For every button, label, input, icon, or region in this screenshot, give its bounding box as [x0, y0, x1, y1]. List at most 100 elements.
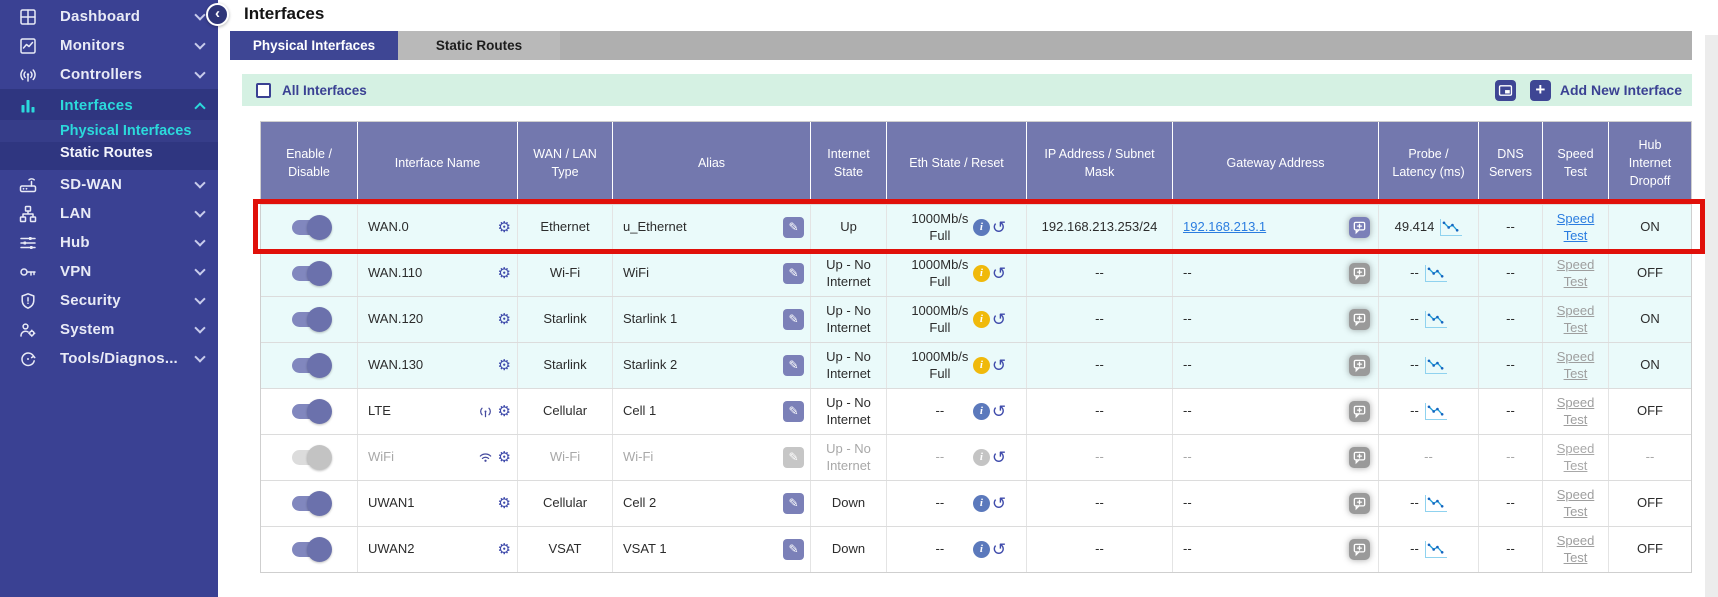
table-row: WAN.0⚙ Ethernet u_Ethernet✎ Up 1000Mb/s … — [261, 204, 1691, 250]
sidebar-item-label: Tools/Diagnos... — [60, 350, 196, 367]
col-internet-state: Internet State — [811, 122, 887, 204]
scrollbar-track[interactable] — [1705, 35, 1718, 597]
chevron-down-icon — [194, 67, 205, 78]
gateway-link[interactable]: 192.168.213.1 — [1183, 219, 1266, 235]
wifi-icon — [478, 450, 493, 465]
info-icon[interactable]: i — [973, 403, 990, 420]
edit-alias-button[interactable]: ✎ — [783, 355, 804, 376]
sidebar-item-system[interactable]: System — [0, 315, 218, 344]
ping-tool-icon[interactable] — [1349, 263, 1370, 284]
speed-test-link[interactable]: Speed Test — [1553, 395, 1599, 428]
latency-chart-icon[interactable] — [1425, 311, 1447, 328]
speed-test-link[interactable]: Speed Test — [1553, 349, 1599, 382]
latency-chart-icon[interactable] — [1440, 219, 1462, 236]
gear-icon[interactable]: ⚙ — [498, 496, 511, 511]
ping-tool-icon[interactable] — [1349, 447, 1370, 468]
edit-alias-button[interactable]: ✎ — [783, 447, 804, 468]
speed-test-link[interactable]: Speed Test — [1553, 441, 1599, 474]
sidebar-item-controllers[interactable]: Controllers — [0, 60, 218, 89]
tab-physical-interfaces[interactable]: Physical Interfaces — [230, 31, 398, 60]
latency-chart-icon[interactable] — [1425, 265, 1447, 282]
ping-tool-icon[interactable] — [1349, 493, 1370, 514]
gear-icon[interactable]: ⚙ — [498, 358, 511, 373]
warning-icon[interactable]: i — [973, 357, 990, 374]
sidebar-item-security[interactable]: Security — [0, 286, 218, 315]
info-icon[interactable]: i — [973, 219, 990, 236]
enable-toggle[interactable] — [292, 496, 326, 511]
add-interface-plus-icon[interactable]: + — [1530, 80, 1551, 101]
reset-icon[interactable]: ↺ — [992, 449, 1006, 466]
window-view-button[interactable] — [1495, 80, 1516, 101]
speed-test-link[interactable]: Speed Test — [1553, 257, 1599, 290]
lan-icon — [16, 204, 40, 224]
table-row: WiFi⚙ Wi-Fi Wi-Fi✎ Up - No Internet --i↺… — [261, 434, 1691, 480]
ping-tool-icon[interactable] — [1349, 309, 1370, 330]
sidebar-item-label: Security — [60, 292, 196, 309]
enable-toggle[interactable] — [292, 266, 326, 281]
speed-test-link[interactable]: Speed Test — [1553, 303, 1599, 336]
edit-alias-button[interactable]: ✎ — [783, 263, 804, 284]
col-dns-servers: DNS Servers — [1479, 122, 1543, 204]
sidebar-item-sdwan[interactable]: SD-WAN — [0, 170, 218, 199]
gear-icon[interactable]: ⚙ — [498, 266, 511, 281]
gear-icon[interactable]: ⚙ — [498, 220, 511, 235]
sidebar-item-monitors[interactable]: Monitors — [0, 31, 218, 60]
chevron-down-icon — [194, 235, 205, 246]
sidebar-item-lan[interactable]: LAN — [0, 199, 218, 228]
edit-alias-button[interactable]: ✎ — [783, 539, 804, 560]
sidebar-item-dashboard[interactable]: Dashboard — [0, 2, 218, 31]
speed-test-link[interactable]: Speed Test — [1553, 533, 1599, 566]
enable-toggle[interactable] — [292, 358, 326, 373]
latency-chart-icon[interactable] — [1425, 541, 1447, 558]
sidebar-item-tools-diagnostics[interactable]: Tools/Diagnos... — [0, 344, 218, 373]
sidebar-collapse-button[interactable]: ‹ — [206, 3, 229, 26]
warning-icon[interactable]: i — [973, 311, 990, 328]
reset-icon[interactable]: ↺ — [992, 265, 1006, 282]
reset-icon[interactable]: ↺ — [992, 495, 1006, 512]
ping-tool-icon[interactable] — [1349, 217, 1370, 238]
gear-icon[interactable]: ⚙ — [498, 542, 511, 557]
gear-icon[interactable]: ⚙ — [498, 450, 511, 465]
tab-static-routes[interactable]: Static Routes — [398, 31, 560, 60]
all-interfaces-checkbox[interactable] — [256, 83, 271, 98]
edit-alias-button[interactable]: ✎ — [783, 217, 804, 238]
info-icon[interactable]: i — [973, 541, 990, 558]
sidebar-item-hub[interactable]: Hub — [0, 228, 218, 257]
enable-toggle[interactable] — [292, 312, 326, 327]
info-icon[interactable]: i — [973, 449, 990, 466]
edit-alias-button[interactable]: ✎ — [783, 309, 804, 330]
chevron-up-icon — [194, 102, 205, 113]
reset-icon[interactable]: ↺ — [992, 219, 1006, 236]
reset-icon[interactable]: ↺ — [992, 357, 1006, 374]
sidebar-item-physical-interfaces[interactable]: Physical Interfaces — [0, 120, 218, 142]
sidebar-item-interfaces[interactable]: Interfaces — [0, 91, 218, 120]
sidebar-item-static-routes[interactable]: Static Routes — [0, 142, 218, 164]
ping-tool-icon[interactable] — [1349, 539, 1370, 560]
warning-icon[interactable]: i — [973, 265, 990, 282]
speed-test-link[interactable]: Speed Test — [1553, 211, 1599, 244]
info-icon[interactable]: i — [973, 495, 990, 512]
interfaces-icon — [16, 96, 40, 116]
enable-toggle[interactable] — [292, 450, 326, 465]
ping-tool-icon[interactable] — [1349, 355, 1370, 376]
sidebar-item-vpn[interactable]: VPN — [0, 257, 218, 286]
gear-icon[interactable]: ⚙ — [498, 404, 511, 419]
edit-alias-button[interactable]: ✎ — [783, 401, 804, 422]
add-new-interface-button[interactable]: Add New Interface — [1560, 82, 1682, 98]
chevron-down-icon — [194, 264, 205, 275]
enable-toggle[interactable] — [292, 542, 326, 557]
reset-icon[interactable]: ↺ — [992, 541, 1006, 558]
enable-toggle[interactable] — [292, 220, 326, 235]
chevron-down-icon — [194, 206, 205, 217]
sidebar-group-interfaces: Interfaces Physical Interfaces Static Ro… — [0, 89, 218, 170]
reset-icon[interactable]: ↺ — [992, 311, 1006, 328]
speed-test-link[interactable]: Speed Test — [1553, 487, 1599, 520]
reset-icon[interactable]: ↺ — [992, 403, 1006, 420]
edit-alias-button[interactable]: ✎ — [783, 493, 804, 514]
latency-chart-icon[interactable] — [1425, 495, 1447, 512]
gear-icon[interactable]: ⚙ — [498, 312, 511, 327]
enable-toggle[interactable] — [292, 404, 326, 419]
latency-chart-icon[interactable] — [1425, 403, 1447, 420]
ping-tool-icon[interactable] — [1349, 401, 1370, 422]
latency-chart-icon[interactable] — [1425, 357, 1447, 374]
